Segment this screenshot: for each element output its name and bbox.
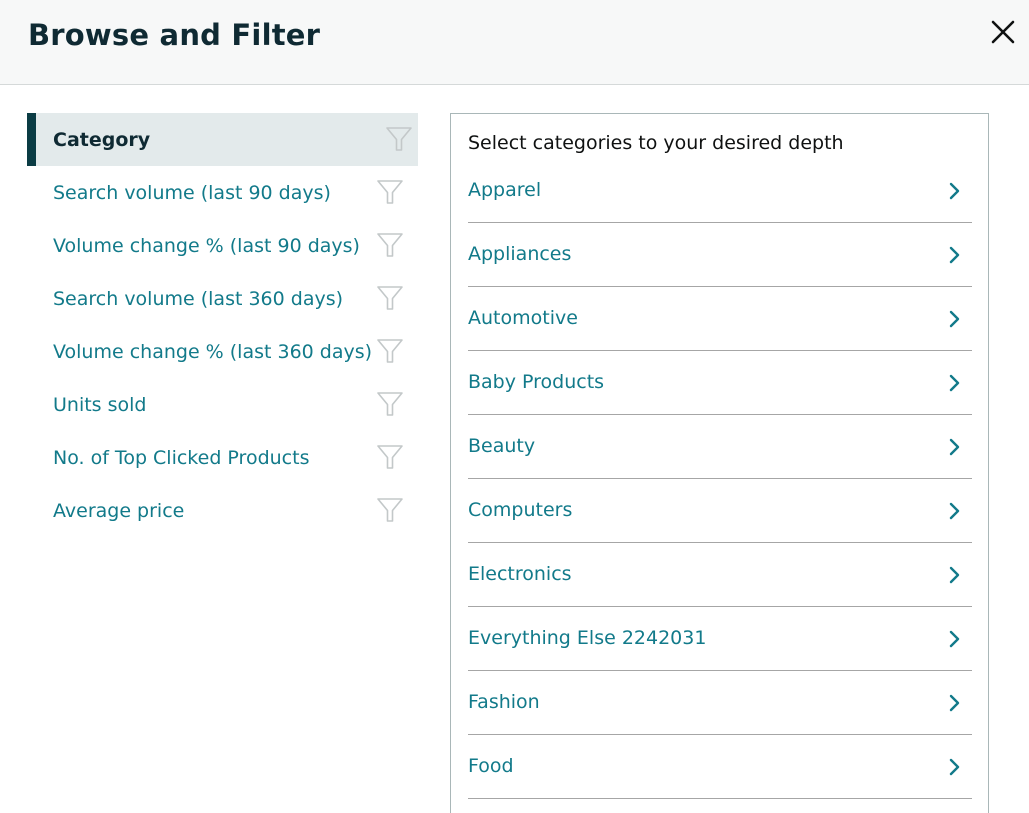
funnel-icon [376, 178, 404, 206]
filter-item-search-volume-360[interactable]: Search volume (last 360 days) [27, 272, 418, 325]
category-row-electronics[interactable]: Electronics [468, 543, 972, 607]
funnel-icon [376, 443, 404, 471]
funnel-icon [376, 337, 404, 365]
filter-label: Category [53, 128, 151, 151]
category-label: Automotive [468, 307, 578, 329]
filter-label: Average price [53, 499, 185, 522]
funnel-icon [376, 496, 404, 524]
category-row-baby-products[interactable]: Baby Products [468, 351, 972, 415]
chevron-right-icon [946, 373, 964, 393]
chevron-right-icon [946, 309, 964, 329]
chevron-right-icon [946, 501, 964, 521]
category-list: Apparel Appliances Automotive Baby Produ… [468, 159, 972, 799]
close-icon [991, 20, 1015, 44]
filter-label: Units sold [53, 393, 147, 416]
funnel-icon [376, 390, 404, 418]
category-row-everything-else[interactable]: Everything Else 2242031 [468, 607, 972, 671]
category-label: Fashion [468, 691, 540, 713]
filter-item-search-volume-90[interactable]: Search volume (last 90 days) [27, 166, 418, 219]
modal-title: Browse and Filter [28, 18, 321, 52]
chevron-right-icon [946, 757, 964, 777]
chevron-right-icon [946, 565, 964, 585]
filter-item-category[interactable]: Category [27, 113, 418, 166]
category-row-apparel[interactable]: Apparel [468, 159, 972, 223]
chevron-right-icon [946, 181, 964, 201]
filter-label: Volume change % (last 360 days) [53, 340, 373, 363]
modal-header: Browse and Filter [0, 0, 1029, 85]
filter-label: Volume change % (last 90 days) [53, 234, 360, 257]
filter-item-volume-change-360[interactable]: Volume change % (last 360 days) [27, 325, 418, 378]
chevron-right-icon [946, 629, 964, 649]
category-panel: Select categories to your desired depth … [450, 113, 989, 813]
category-row-beauty[interactable]: Beauty [468, 415, 972, 479]
close-button[interactable] [986, 16, 1020, 50]
category-label: Beauty [468, 435, 536, 457]
filter-label: Search volume (last 90 days) [53, 181, 331, 204]
filter-item-average-price[interactable]: Average price [27, 484, 418, 537]
chevron-right-icon [946, 437, 964, 457]
category-label: Computers [468, 499, 573, 521]
category-label: Apparel [468, 179, 542, 201]
category-label: Everything Else 2242031 [468, 627, 707, 649]
category-label: Baby Products [468, 371, 605, 393]
category-row-automotive[interactable]: Automotive [468, 287, 972, 351]
funnel-icon [385, 125, 413, 153]
category-label: Food [468, 755, 514, 777]
funnel-icon [376, 284, 404, 312]
chevron-right-icon [946, 693, 964, 713]
filter-item-units-sold[interactable]: Units sold [27, 378, 418, 431]
category-row-food[interactable]: Food [468, 735, 972, 799]
filter-label: Search volume (last 360 days) [53, 287, 344, 310]
category-row-appliances[interactable]: Appliances [468, 223, 972, 287]
filter-label: No. of Top Clicked Products [53, 446, 310, 469]
filter-item-volume-change-90[interactable]: Volume change % (last 90 days) [27, 219, 418, 272]
filter-list: Category Search volume (last 90 days) Vo… [27, 113, 418, 537]
category-row-fashion[interactable]: Fashion [468, 671, 972, 735]
category-label: Electronics [468, 563, 572, 585]
category-row-computers[interactable]: Computers [468, 479, 972, 543]
category-label: Appliances [468, 243, 572, 265]
filter-item-top-clicked-products[interactable]: No. of Top Clicked Products [27, 431, 418, 484]
funnel-icon [376, 231, 404, 259]
panel-heading: Select categories to your desired depth [468, 132, 844, 154]
chevron-right-icon [946, 245, 964, 265]
